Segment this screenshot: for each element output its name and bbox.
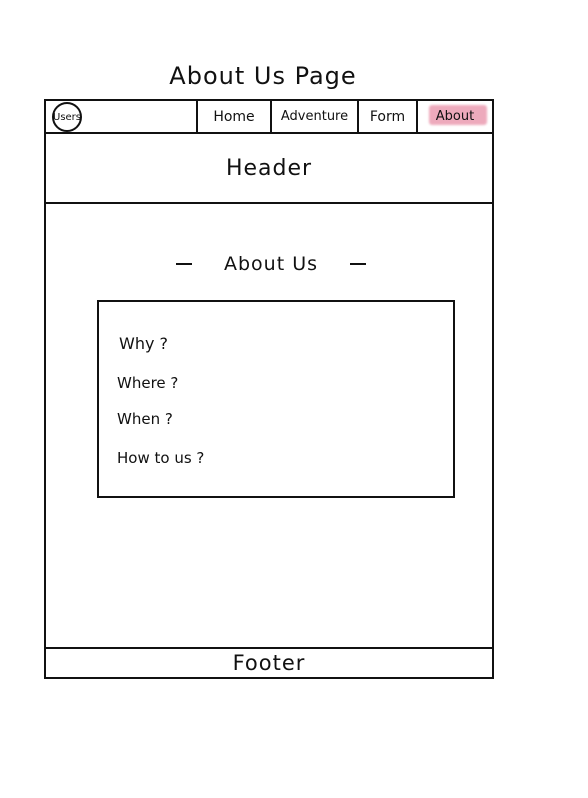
- question-how: How to us ?: [117, 449, 205, 467]
- left-dash: [176, 263, 192, 265]
- nav-item-home-label: Home: [213, 108, 255, 125]
- question-where: Where ?: [117, 374, 179, 392]
- nav-item-about-label: About: [435, 109, 475, 124]
- question-when: When ?: [117, 410, 173, 428]
- nav-item-form-label: Form: [369, 108, 406, 125]
- right-dash: [350, 263, 366, 265]
- nav-item-home[interactable]: Home: [198, 101, 272, 132]
- about-content-box: Why ? Where ? When ? How to us ?: [97, 300, 455, 498]
- question-why: Why ?: [119, 334, 169, 353]
- nav-item-form[interactable]: Form: [359, 101, 418, 132]
- nav-item-adventure[interactable]: Adventure: [272, 101, 359, 132]
- section-title-text: About Us: [223, 253, 319, 275]
- users-label: Users: [53, 111, 82, 123]
- page-title: About Us Page: [169, 62, 357, 90]
- footer: Footer: [46, 647, 492, 677]
- header: Header: [46, 134, 492, 204]
- section-title: About Us: [176, 249, 366, 279]
- nav-item-adventure-label: Adventure: [280, 109, 349, 124]
- footer-label: Footer: [232, 651, 306, 675]
- users-avatar[interactable]: Users: [52, 102, 82, 132]
- header-label: Header: [225, 155, 313, 181]
- nav-logo-cell: Users: [46, 101, 198, 132]
- nav-bar: Users Home Adventure Form About: [46, 101, 492, 134]
- wireframe-frame: Users Home Adventure Form About Header A…: [44, 99, 494, 679]
- nav-item-about[interactable]: About: [418, 101, 492, 132]
